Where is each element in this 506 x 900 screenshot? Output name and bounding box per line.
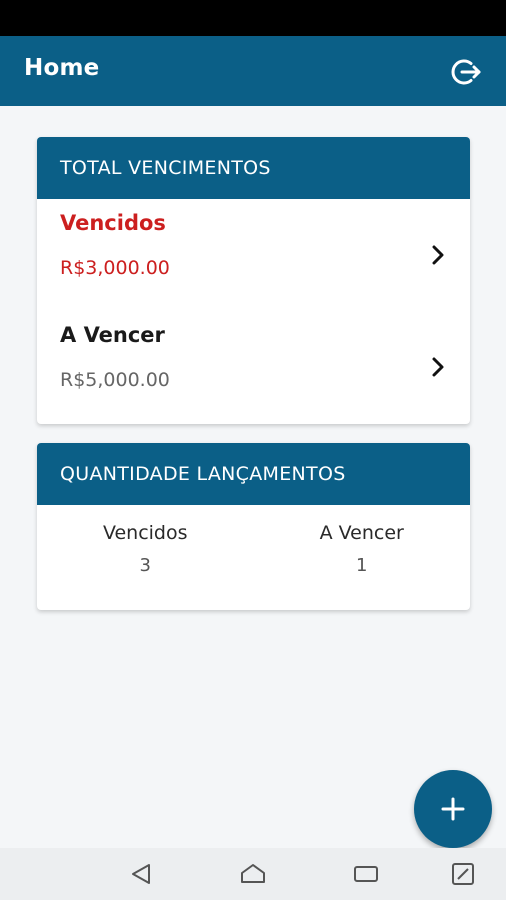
page-title: Home (24, 55, 100, 81)
expand-button[interactable] (449, 860, 477, 888)
overdue-count-value: 3 (139, 555, 151, 576)
recents-icon (354, 866, 378, 882)
upcoming-count-column: A Vencer 1 (254, 505, 471, 610)
total-due-header: TOTAL VENCIMENTOS (37, 137, 470, 199)
home-icon (241, 864, 265, 883)
overdue-count-column: Vencidos 3 (37, 505, 254, 610)
logout-icon (451, 59, 481, 85)
status-bar (0, 0, 506, 36)
plus-icon (441, 797, 465, 821)
overdue-row[interactable]: Vencidos R$3,000.00 (37, 199, 470, 311)
system-nav-bar (0, 848, 506, 900)
add-button[interactable] (414, 770, 492, 848)
upcoming-label: A Vencer (60, 323, 165, 347)
expand-icon (452, 863, 474, 885)
entry-count-header: QUANTIDADE LANÇAMENTOS (37, 443, 470, 505)
upcoming-row[interactable]: A Vencer R$5,000.00 (37, 311, 470, 423)
recents-button[interactable] (352, 860, 380, 888)
overdue-count-label: Vencidos (102, 522, 188, 544)
entry-count-card: QUANTIDADE LANÇAMENTOS Vencidos 3 A Venc… (37, 443, 470, 610)
total-due-card: TOTAL VENCIMENTOS Vencidos R$3,000.00 A … (37, 137, 470, 424)
upcoming-count-value: 1 (356, 555, 368, 576)
app-bar: Home (0, 36, 506, 106)
back-icon (132, 864, 150, 884)
back-button[interactable] (127, 860, 155, 888)
home-button[interactable] (239, 860, 267, 888)
chevron-right-icon (426, 355, 450, 379)
overdue-amount: R$3,000.00 (60, 257, 170, 279)
logout-button[interactable] (446, 52, 486, 92)
upcoming-amount: R$5,000.00 (60, 369, 170, 391)
chevron-right-icon (426, 243, 450, 267)
upcoming-count-label: A Vencer (319, 522, 404, 544)
overdue-label: Vencidos (60, 211, 166, 235)
